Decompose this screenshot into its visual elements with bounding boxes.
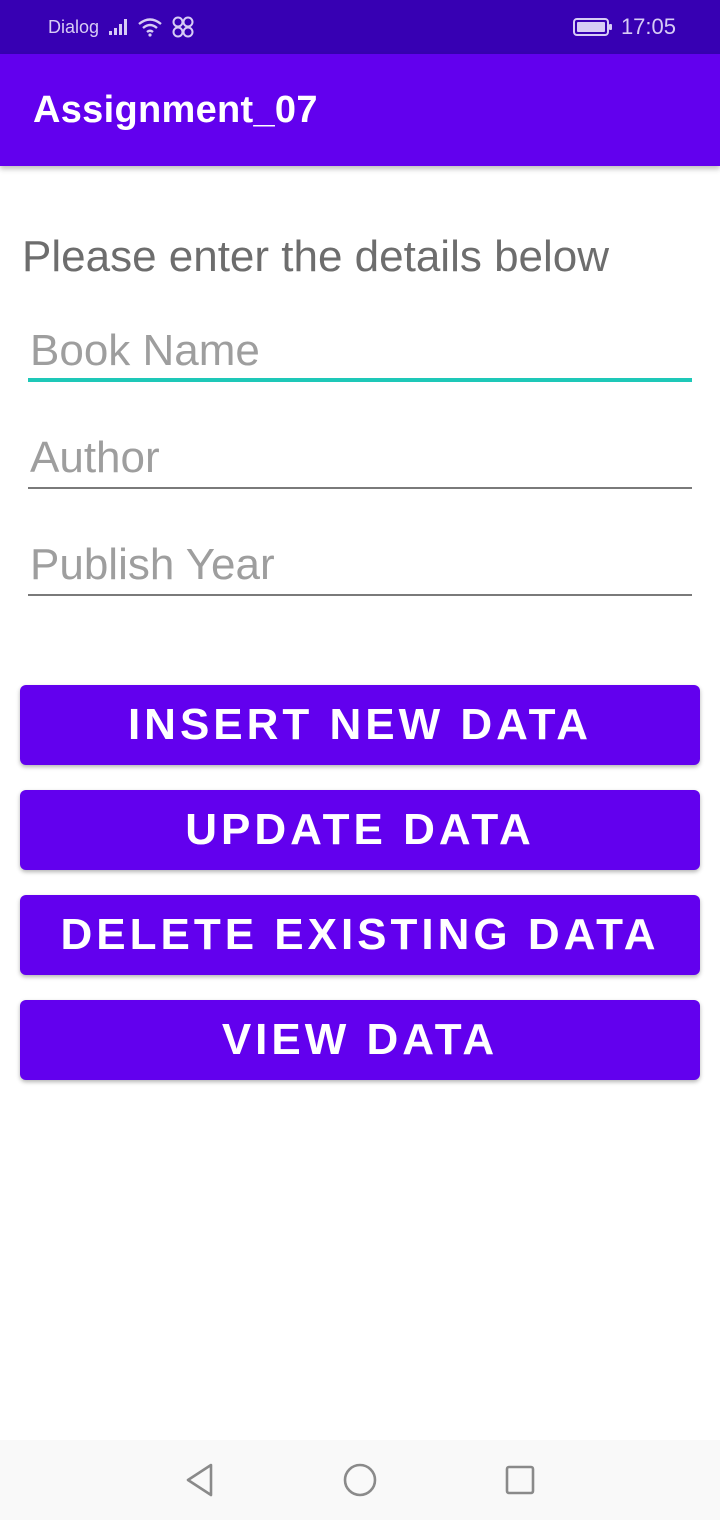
nav-back-button[interactable] (160, 1440, 240, 1520)
carrier-name: Dialog (48, 16, 100, 37)
publish-year-input[interactable] (28, 534, 692, 596)
back-icon (186, 1463, 213, 1497)
recents-icon (505, 1465, 535, 1495)
screen: Dialog 17:05 Assignment_07 Please enter … (0, 0, 720, 1520)
status-left: Dialog (48, 0, 195, 54)
navigation-bar (0, 1440, 720, 1520)
insert-new-data-button[interactable]: INSERT NEW DATA (20, 685, 700, 765)
link-icon (172, 16, 194, 38)
nav-recents-button[interactable] (480, 1440, 560, 1520)
app-title: Assignment_07 (33, 88, 318, 131)
home-icon (343, 1463, 377, 1497)
book-name-underline (28, 378, 692, 382)
wifi-icon (138, 18, 162, 37)
view-data-button[interactable]: VIEW DATA (20, 1000, 700, 1080)
author-input[interactable] (28, 427, 692, 489)
signal-icon (109, 19, 128, 35)
book-name-input[interactable] (28, 320, 692, 382)
update-data-button[interactable]: UPDATE DATA (20, 790, 700, 870)
app-bar: Assignment_07 (0, 54, 720, 166)
form-prompt: Please enter the details below (22, 232, 610, 281)
delete-existing-data-button[interactable]: DELETE EXISTING DATA (20, 895, 700, 975)
author-field[interactable] (28, 427, 692, 489)
status-bar: Dialog 17:05 (0, 0, 720, 54)
book-name-field[interactable] (28, 320, 692, 382)
author-underline (28, 487, 692, 489)
status-right: 17:05 (572, 0, 676, 54)
publish-year-underline (28, 594, 692, 596)
nav-home-button[interactable] (320, 1440, 400, 1520)
publish-year-field[interactable] (28, 534, 692, 596)
clock: 17:05 (620, 14, 676, 39)
battery-icon (572, 18, 612, 36)
